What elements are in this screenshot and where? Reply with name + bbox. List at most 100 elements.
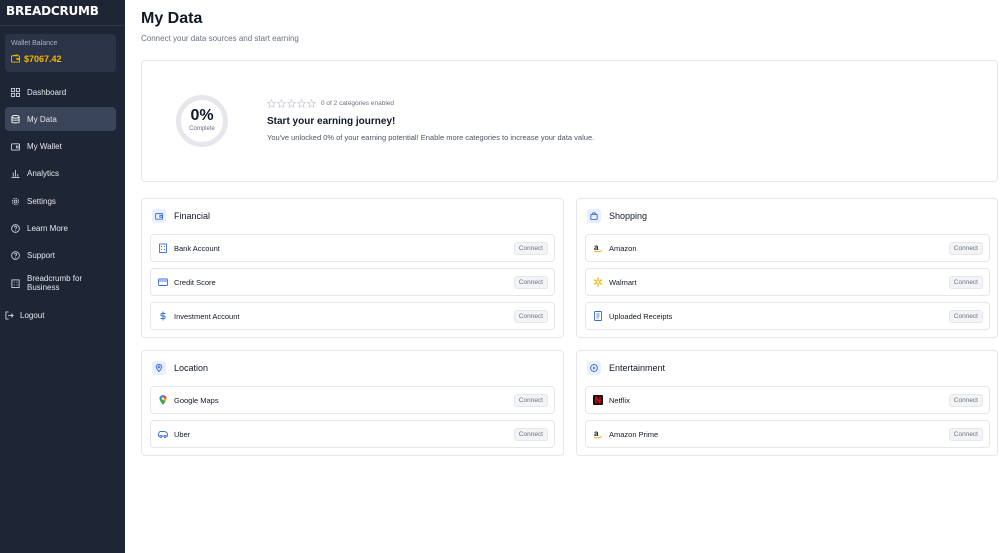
sidebar-item-label: Breadcrumb for Business <box>27 274 83 293</box>
sidebar-item-business[interactable]: Breadcrumb for Business <box>5 271 116 295</box>
progress-ring: 0% Complete <box>176 95 228 147</box>
connect-button[interactable]: Connect <box>513 241 548 255</box>
database-icon <box>11 114 20 124</box>
source-uploaded-receipts: Uploaded Receipts Connect <box>585 302 990 330</box>
source-uber: Uber Connect <box>150 420 555 448</box>
sidebar-item-my-wallet[interactable]: My Wallet <box>5 135 116 159</box>
source-bank-account: Bank Account Connect <box>150 234 555 262</box>
wallet-balance-card: Wallet Balance $7067.42 <box>5 34 116 72</box>
connect-button[interactable]: Connect <box>948 275 983 289</box>
sidebar-item-analytics[interactable]: Analytics <box>5 162 116 186</box>
building-icon <box>11 279 20 288</box>
source-label: Google Maps <box>174 395 219 405</box>
categories-enabled-text: 0 of 2 categories enabled <box>321 100 394 107</box>
wallet-icon <box>11 143 20 151</box>
logout-label: Logout <box>20 311 45 320</box>
source-amazon: a Amazon Connect <box>585 234 990 262</box>
sidebar-item-label: Support <box>27 251 56 261</box>
source-label: Uploaded Receipts <box>609 311 673 321</box>
dashboard-icon <box>11 87 20 97</box>
progress-card: 0% Complete 0 of 2 categories enabled St… <box>141 60 998 182</box>
sidebar-item-settings[interactable]: Settings <box>5 189 116 213</box>
star-icon <box>297 99 306 108</box>
sidebar-item-label: My Wallet <box>27 142 62 152</box>
brand-logo[interactable]: BREADCRUMB <box>0 0 125 26</box>
progress-label: Complete <box>189 126 215 132</box>
category-financial: Financial Bank Account Connect Credit Sc… <box>141 198 564 338</box>
sidebar-item-label: Analytics <box>27 169 60 179</box>
svg-text:a: a <box>594 243 599 252</box>
logout-button[interactable]: Logout <box>5 311 44 320</box>
receipt-icon <box>592 310 604 322</box>
wallet-balance-label: Wallet Balance <box>11 40 58 47</box>
bank-icon <box>157 242 169 254</box>
progress-value: 0% <box>190 107 214 124</box>
star-icon <box>287 99 296 108</box>
shopping-bag-icon <box>587 209 601 223</box>
connect-button[interactable]: Connect <box>513 427 548 441</box>
support-icon <box>11 251 20 261</box>
source-walmart: Walmart Connect <box>585 268 990 296</box>
map-pin-icon <box>152 361 166 375</box>
source-label: Amazon <box>609 243 637 253</box>
car-icon <box>157 428 169 440</box>
sidebar-item-learn-more[interactable]: Learn More <box>5 216 116 240</box>
help-icon <box>11 224 20 233</box>
dollar-icon <box>157 310 169 322</box>
sidebar-item-dashboard[interactable]: Dashboard <box>5 80 116 104</box>
sidebar: BREADCRUMB Wallet Balance $7067.42 Dashb… <box>0 0 125 553</box>
gear-icon <box>11 197 20 205</box>
sidebar-nav: Dashboard My Data My Wallet Analytics Se… <box>5 80 116 298</box>
category-location: Location Google Maps Connect Uber Connec… <box>141 350 564 456</box>
netflix-logo-icon <box>592 394 604 406</box>
source-label: Credit Score <box>174 277 216 287</box>
source-google-maps: Google Maps Connect <box>150 386 555 414</box>
connect-button[interactable]: Connect <box>948 427 983 441</box>
amazon-logo-icon: a <box>592 428 604 440</box>
sidebar-item-label: Dashboard <box>27 87 67 97</box>
sidebar-item-label: My Data <box>27 114 57 124</box>
source-netflix: Netflix Connect <box>585 386 990 414</box>
category-title: Entertainment <box>609 363 666 373</box>
connect-button[interactable]: Connect <box>948 393 983 407</box>
source-label: Investment Account <box>174 311 240 321</box>
wallet-icon <box>11 50 24 68</box>
wallet-balance-amount: $7067.42 <box>24 54 62 64</box>
sidebar-item-my-data[interactable]: My Data <box>5 107 116 132</box>
source-credit-score: Credit Score Connect <box>150 268 555 296</box>
sidebar-item-label: Settings <box>27 196 56 206</box>
connect-button[interactable]: Connect <box>513 393 548 407</box>
google-maps-logo-icon <box>157 394 169 406</box>
source-investment-account: Investment Account Connect <box>150 302 555 330</box>
wallet-icon <box>152 209 166 223</box>
sidebar-item-label: Learn More <box>27 223 68 233</box>
amazon-logo-icon: a <box>592 242 604 254</box>
svg-text:a: a <box>594 429 599 438</box>
sidebar-item-support[interactable]: Support <box>5 244 116 268</box>
source-label: Bank Account <box>174 243 220 253</box>
star-icon <box>267 99 276 108</box>
source-label: Netflix <box>609 395 630 405</box>
star-icon <box>307 99 316 108</box>
journey-title: Start your earning journey! <box>267 116 396 127</box>
page-subtitle: Connect your data sources and start earn… <box>141 34 299 43</box>
source-label: Walmart <box>609 277 637 287</box>
star-icon <box>277 99 286 108</box>
bar-chart-icon <box>11 170 20 179</box>
connect-button[interactable]: Connect <box>513 309 548 323</box>
page-title: My Data <box>141 10 203 27</box>
logout-icon <box>5 311 14 320</box>
source-label: Amazon Prime <box>609 429 659 439</box>
play-icon <box>587 361 601 375</box>
category-title: Shopping <box>609 211 648 221</box>
connect-button[interactable]: Connect <box>948 309 983 323</box>
category-title: Location <box>174 363 209 373</box>
category-title: Financial <box>174 211 211 221</box>
connect-button[interactable]: Connect <box>948 241 983 255</box>
source-label: Uber <box>174 429 191 439</box>
journey-description: You've unlocked 0% of your earning poten… <box>267 133 595 142</box>
category-shopping: Shopping a Amazon Connect Walmart Connec… <box>576 198 998 338</box>
connect-button[interactable]: Connect <box>513 275 548 289</box>
category-entertainment: Entertainment Netflix Connect a Amazon P… <box>576 350 998 456</box>
credit-card-icon <box>157 276 169 288</box>
